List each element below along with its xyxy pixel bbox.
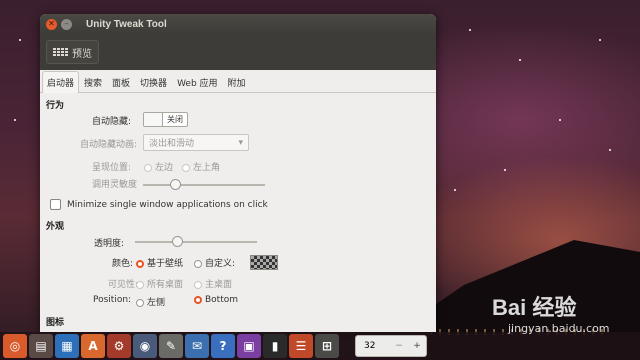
close-icon[interactable]: ✕	[46, 18, 57, 30]
tab-launcher[interactable]: 启动器	[42, 71, 80, 93]
color-picker-button[interactable]	[250, 255, 278, 270]
checkbox-icon	[50, 199, 61, 210]
autohide-value: 关闭	[167, 115, 183, 124]
visibility-label: 可见性:	[108, 280, 139, 290]
tab-bar: 启动器 搜索 面板 切换器 Web 应用 附加	[40, 70, 436, 93]
impress-icon[interactable]: ▣	[237, 334, 261, 358]
overview-button[interactable]: 预览	[46, 40, 99, 64]
launcher-settings-panel: 行为 自动隐藏: 关闭 自动隐藏动画: 淡出和滑动 ▾ 呈现位置: 左边 左上角…	[40, 93, 436, 332]
plus-icon[interactable]: +	[408, 341, 426, 351]
section-icons: 图标	[46, 318, 65, 328]
files-icon[interactable]: ▤	[29, 334, 53, 358]
unity-tweak-tool-icon[interactable]: ☰	[289, 334, 313, 358]
overview-label: 预览	[72, 48, 92, 60]
unity-tweak-tool-window: ✕ – Unity Tweak Tool 预览 启动器 搜索 面板 切换器 We…	[40, 14, 436, 332]
thunderbird-icon[interactable]: ✉	[185, 334, 209, 358]
visibility-primary-option[interactable]: 主桌面	[194, 277, 232, 290]
autohide-animation-label: 自动隐藏动画:	[80, 140, 138, 150]
writer-icon[interactable]: ▦	[55, 334, 79, 358]
minimize-icon[interactable]: –	[61, 18, 72, 30]
visibility-all-label: 所有桌面	[147, 280, 184, 290]
toolbar: 预览	[40, 34, 436, 70]
autohide-animation-value: 淡出和滑动	[149, 139, 195, 149]
radio-icon	[144, 163, 152, 172]
window-title: Unity Tweak Tool	[86, 18, 167, 30]
sensitivity-label: 调用灵敏度	[92, 180, 138, 190]
tab-panel[interactable]: 面板	[107, 71, 135, 92]
sensitivity-slider[interactable]	[143, 179, 265, 190]
transparency-slider[interactable]	[135, 236, 257, 247]
color-label: 颜色:	[112, 259, 134, 269]
minimize-single-option[interactable]: Minimize single window applications on c…	[50, 199, 268, 210]
position-label: Position:	[93, 295, 132, 305]
tab-search[interactable]: 搜索	[79, 71, 107, 92]
terminal-icon[interactable]: ▮	[263, 334, 287, 358]
tab-web-apps[interactable]: Web 应用	[172, 71, 222, 92]
radio-icon	[182, 163, 190, 172]
visibility-primary-label: 主桌面	[205, 280, 233, 290]
radio-selected-icon	[136, 259, 144, 268]
radio-selected-icon	[194, 295, 202, 304]
radio-icon	[194, 280, 202, 289]
visibility-all-option[interactable]: 所有桌面	[136, 277, 183, 290]
color-custom-option[interactable]: 自定义:	[194, 256, 235, 269]
autohide-animation-combo[interactable]: 淡出和滑动 ▾	[143, 134, 249, 151]
reveal-topleft-label: 左上角	[193, 163, 221, 173]
tab-switcher[interactable]: 切换器	[135, 71, 172, 92]
minus-icon[interactable]: −	[390, 341, 408, 351]
color-wallpaper-option[interactable]: 基于壁纸	[136, 256, 183, 269]
baidu-watermark-url: jingyan.baidu.com	[508, 322, 610, 335]
switch-knob	[144, 113, 163, 126]
unity-launcher-bottom: ◎ ▤ ▦ A ⚙ ◉ ✎ ✉ ? ▣ ▮ ☰ ⊞	[0, 332, 640, 360]
slider-handle[interactable]	[170, 179, 181, 190]
position-left-option[interactable]: 左侧	[136, 295, 165, 308]
minimize-single-label: Minimize single window applications on c…	[67, 200, 268, 210]
autohide-label: 自动隐藏:	[92, 117, 132, 127]
reveal-location-label: 呈现位置:	[92, 163, 132, 173]
baidu-watermark-logo: Bai 经验	[492, 295, 577, 320]
spin-value: 32	[364, 341, 376, 351]
radio-icon	[136, 298, 144, 307]
transparency-label: 透明度:	[94, 239, 125, 249]
position-bottom-label: Bottom	[205, 295, 239, 305]
reveal-topleft-option[interactable]: 左上角	[182, 160, 220, 173]
help-icon[interactable]: ?	[211, 334, 235, 358]
reveal-left-option[interactable]: 左边	[144, 160, 173, 173]
radio-icon	[194, 259, 202, 268]
chevron-down-icon: ▾	[238, 137, 243, 148]
position-bottom-option[interactable]: Bottom	[194, 295, 238, 305]
workspace-switcher-icon[interactable]: ⊞	[315, 334, 339, 358]
color-wallpaper-label: 基于壁纸	[147, 259, 184, 269]
ubuntu-dash-icon[interactable]: ◎	[3, 334, 27, 358]
firefox-icon[interactable]: ◉	[133, 334, 157, 358]
position-left-label: 左侧	[147, 298, 166, 308]
titlebar[interactable]: ✕ – Unity Tweak Tool	[40, 14, 436, 34]
section-behavior: 行为	[46, 101, 65, 111]
tab-additional[interactable]: 附加	[223, 71, 251, 92]
gimp-icon[interactable]: ✎	[159, 334, 183, 358]
radio-icon	[136, 280, 144, 289]
autohide-switch[interactable]: 关闭	[143, 112, 188, 127]
slider-handle[interactable]	[172, 236, 183, 247]
icon-size-spinner[interactable]: 32 − +	[355, 335, 427, 357]
grid-icon	[53, 48, 68, 56]
section-appearance: 外观	[46, 222, 65, 232]
reveal-left-label: 左边	[155, 163, 174, 173]
color-custom-label: 自定义:	[205, 259, 236, 269]
settings-icon[interactable]: ⚙	[107, 334, 131, 358]
software-center-icon[interactable]: A	[81, 334, 105, 358]
